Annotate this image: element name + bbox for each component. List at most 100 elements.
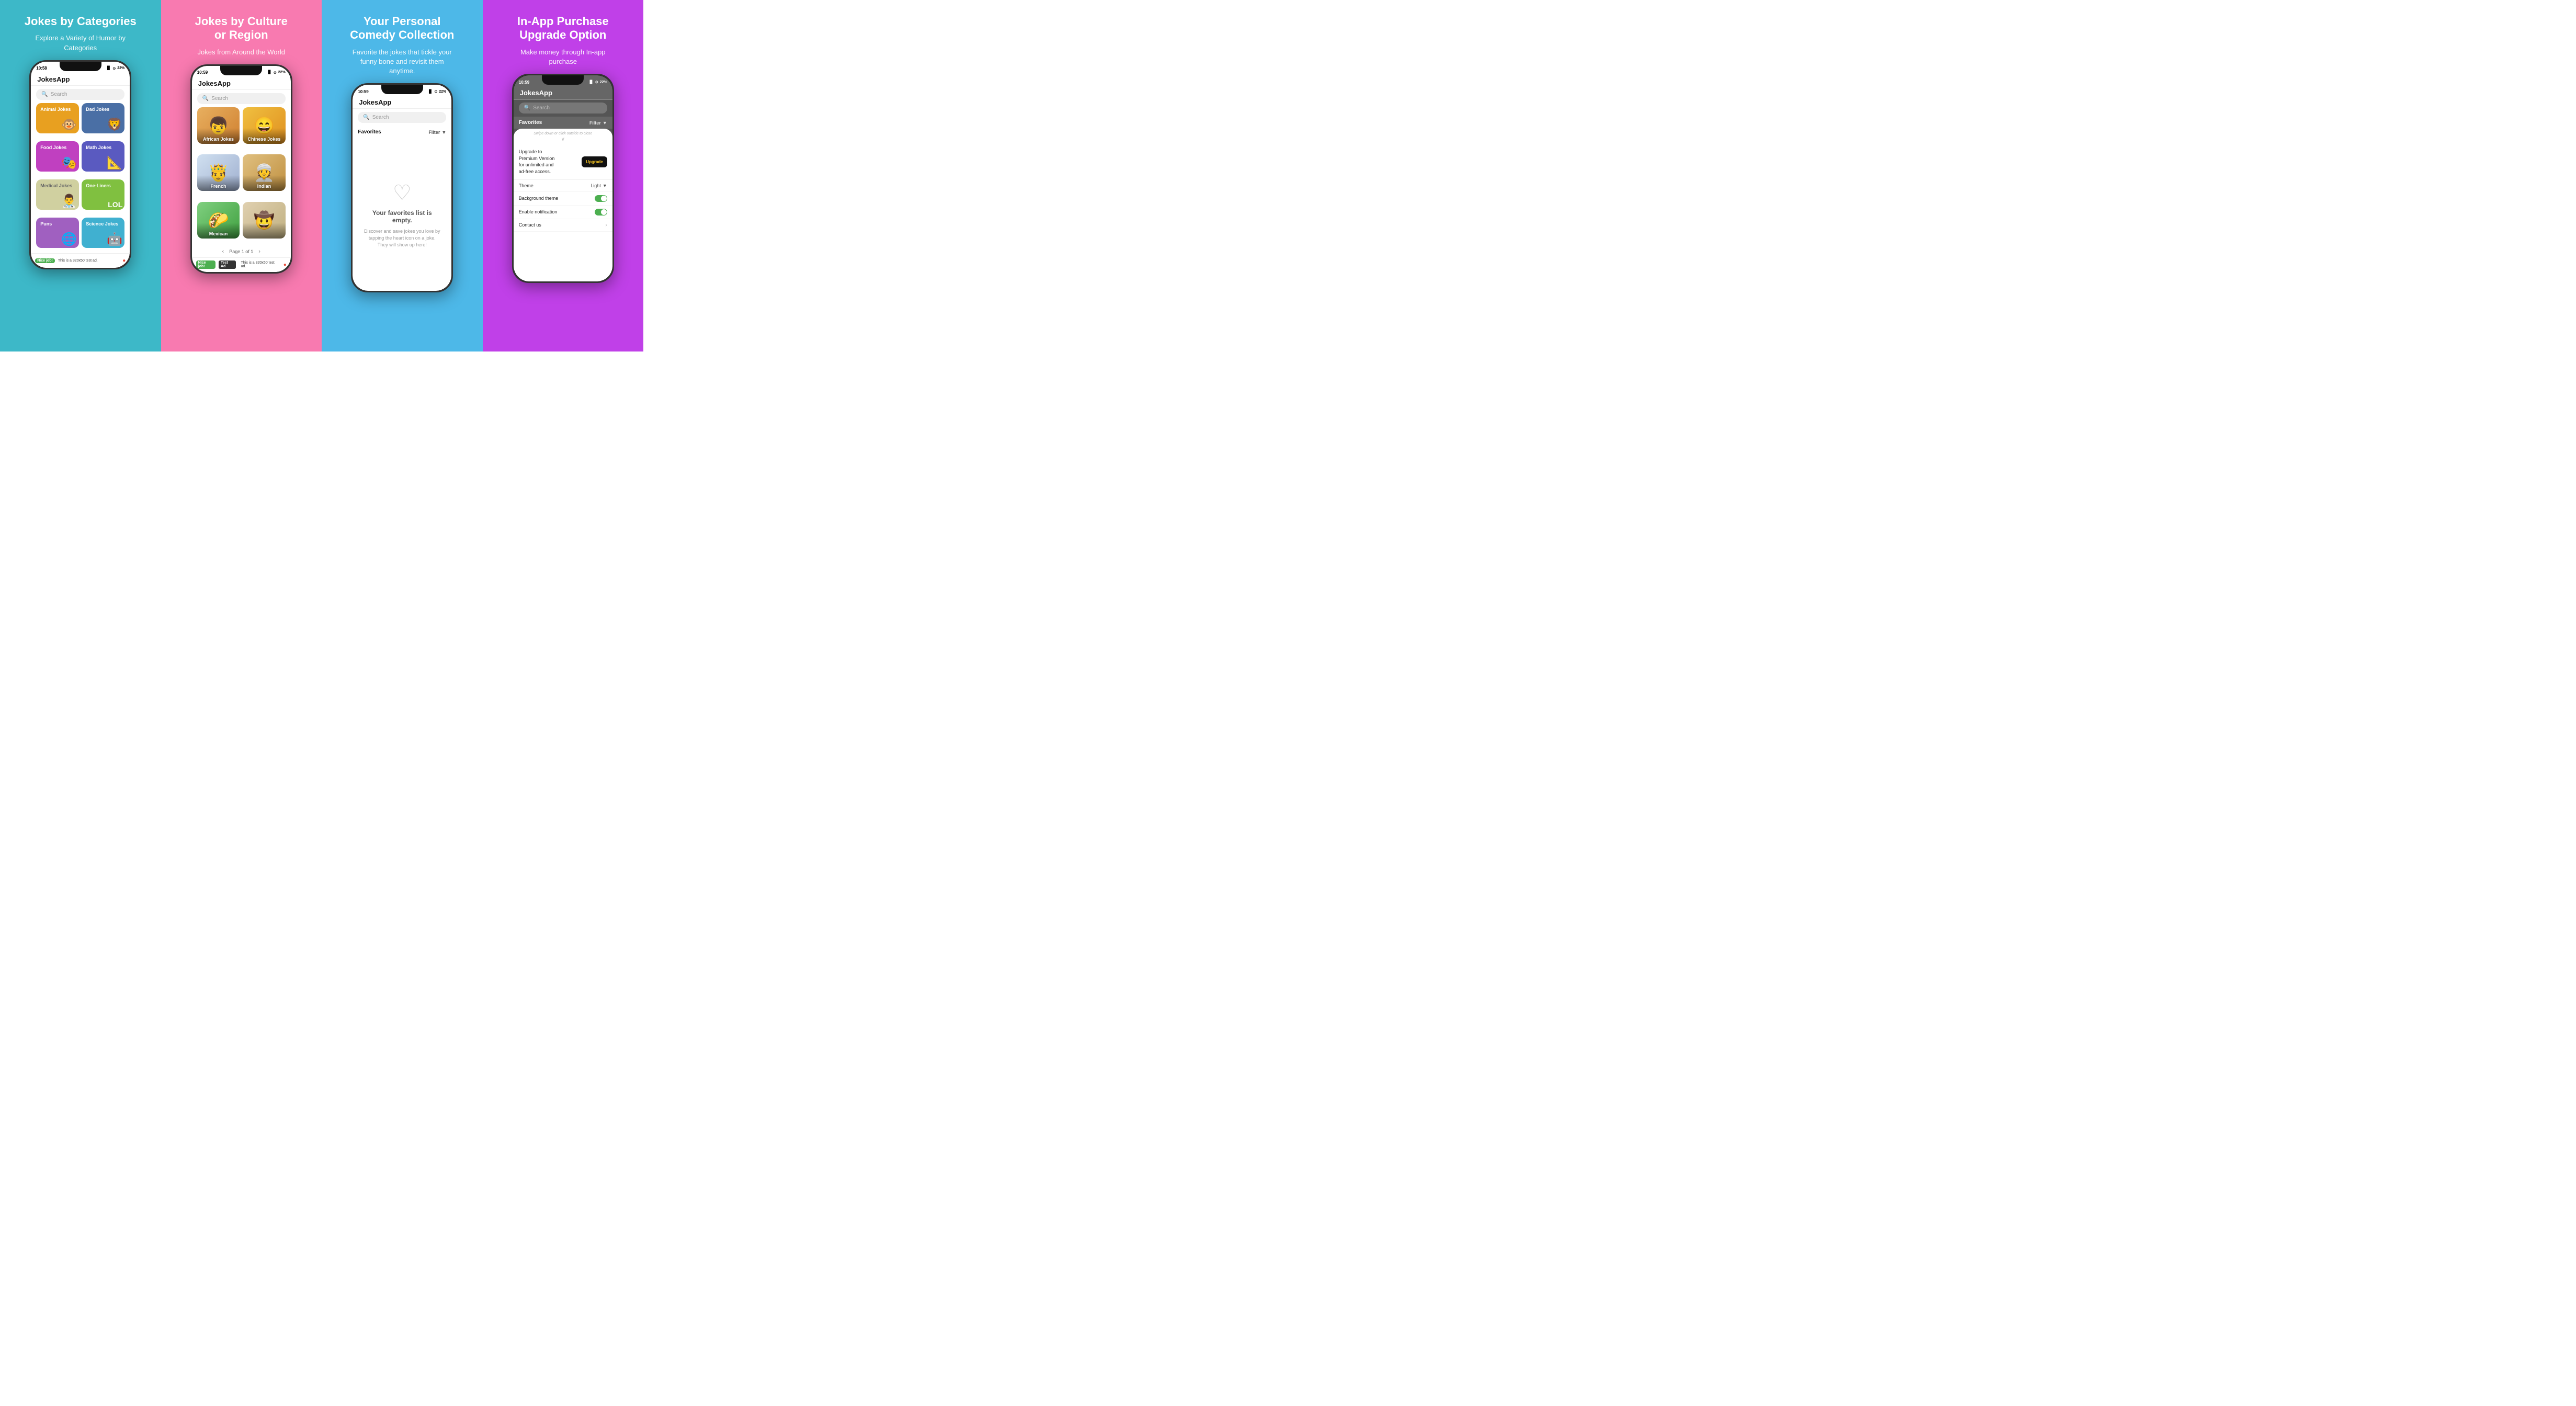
empty-favorites-container: ♡ Your favorites list is empty. Discover… bbox=[353, 138, 451, 291]
wifi-icon-3: ⊙ bbox=[434, 89, 437, 94]
culture-extra[interactable]: 🤠 bbox=[243, 202, 286, 239]
category-science[interactable]: Science Jokes 🤖 bbox=[82, 218, 124, 248]
filter-icon: ▼ bbox=[441, 130, 446, 135]
next-arrow[interactable]: › bbox=[258, 248, 260, 255]
sheet-chevron: ∨ bbox=[514, 137, 612, 144]
wifi-icon-4: ⊙ bbox=[595, 80, 598, 84]
cat-emoji-food: 🎭 bbox=[61, 155, 77, 171]
heart-icon: ♡ bbox=[393, 181, 412, 205]
culture-french[interactable]: 🤴 French bbox=[197, 154, 240, 191]
search-bar-1[interactable]: 🔍 Search bbox=[36, 89, 124, 100]
culture-indian[interactable]: 👳 Indian bbox=[243, 154, 286, 191]
battery-2: 22% bbox=[278, 71, 286, 74]
page-text: Page 1 of 1 bbox=[229, 249, 253, 254]
panel-categories: Jokes by Categories Explore a Variety of… bbox=[0, 0, 161, 352]
setting-bg-theme: Background theme bbox=[514, 192, 612, 206]
empty-favorites-title: Your favorites list is empty. bbox=[363, 209, 441, 224]
category-dad[interactable]: Dad Jokes 🦁 bbox=[82, 103, 124, 133]
ad-text-1: This is a 320x50 test ad. bbox=[58, 259, 98, 263]
status-icons-4: ▐▌ ⊙ 22% bbox=[588, 80, 607, 84]
cat-label-medical: Medical Jokes bbox=[40, 183, 75, 188]
setting-contact[interactable]: Contact us › bbox=[514, 219, 612, 232]
prev-arrow[interactable]: ‹ bbox=[222, 248, 224, 255]
phone-screen-1: 10:58 ▐▌ ⊙ 22% JokesApp 🔍 Search Animal … bbox=[31, 62, 130, 268]
phone-screen-2: 10:59 ▐▌ ⊙ 22% JokesApp 🔍 Search 👦 Afric… bbox=[192, 66, 291, 272]
search-icon-4: 🔍 bbox=[524, 105, 530, 111]
theme-value[interactable]: Light ▼ bbox=[591, 183, 607, 188]
settings-sheet: Swipe down or click outside to close ∨ U… bbox=[514, 129, 612, 281]
african-label: African Jokes bbox=[203, 137, 234, 142]
app-name-1: JokesApp bbox=[31, 73, 130, 86]
culture-african[interactable]: 👦 African Jokes bbox=[197, 107, 240, 144]
panel-1-title: Jokes by Categories bbox=[10, 15, 151, 28]
search-placeholder-4: Search bbox=[533, 105, 550, 111]
phone-3: 10:59 ▐▌ ⊙ 22% JokesApp 🔍 Search Favorit… bbox=[351, 83, 453, 292]
category-oneliners[interactable]: One-Liners LOL bbox=[82, 179, 124, 210]
theme-label: Theme bbox=[519, 183, 534, 188]
category-food[interactable]: Food Jokes 🎭 bbox=[36, 141, 79, 172]
theme-current: Light bbox=[591, 183, 601, 188]
search-bar-3[interactable]: 🔍 Search bbox=[358, 112, 446, 123]
phone-2: 10:59 ▐▌ ⊙ 22% JokesApp 🔍 Search 👦 Afric… bbox=[190, 64, 292, 274]
filter-label-4: Filter bbox=[589, 120, 601, 126]
upgrade-button[interactable]: Upgrade bbox=[582, 156, 607, 167]
search-placeholder-1: Search bbox=[51, 92, 67, 97]
filter-button-4[interactable]: Filter ▼ bbox=[589, 120, 607, 126]
notification-label: Enable notification bbox=[519, 209, 558, 214]
setting-notification: Enable notification bbox=[514, 206, 612, 219]
category-puns[interactable]: Puns 🌐 bbox=[36, 218, 79, 248]
cat-emoji-animal: 🐵 bbox=[61, 117, 77, 132]
cat-label-math: Math Jokes bbox=[86, 145, 120, 150]
filter-icon-4: ▼ bbox=[603, 120, 607, 126]
phone-1: 10:58 ▐▌ ⊙ 22% JokesApp 🔍 Search Animal … bbox=[29, 60, 131, 269]
battery-3: 22% bbox=[439, 90, 446, 94]
time-4: 10:59 bbox=[519, 80, 529, 85]
signal-icon-3: ▐▌ bbox=[427, 90, 433, 94]
search-bar-4[interactable]: 🔍 Search bbox=[519, 103, 607, 114]
phone-notch-3 bbox=[381, 85, 423, 94]
wifi-icon-2: ⊙ bbox=[274, 71, 277, 75]
search-bar-2[interactable]: 🔍 Search bbox=[197, 93, 286, 104]
culture-mexican[interactable]: 🌮 Mexican bbox=[197, 202, 240, 239]
favorites-label-4: Favorites bbox=[519, 120, 542, 126]
panel-4-title: In-App PurchaseUpgrade Option bbox=[493, 15, 633, 42]
signal-icon: ▐▌ bbox=[106, 66, 111, 70]
category-animal[interactable]: Animal Jokes 🐵 bbox=[36, 103, 79, 133]
panel-1-subtitle: Explore a Variety of Humor byCategories bbox=[36, 33, 126, 52]
phone-screen-3: 10:59 ▐▌ ⊙ 22% JokesApp 🔍 Search Favorit… bbox=[353, 85, 451, 291]
category-math[interactable]: Math Jokes 📐 bbox=[82, 141, 124, 172]
cat-emoji-oneliners: LOL bbox=[108, 200, 122, 209]
search-icon-3: 🔍 bbox=[363, 115, 369, 120]
theme-dropdown-icon: ▼ bbox=[603, 183, 607, 188]
notification-toggle[interactable] bbox=[595, 209, 607, 216]
categories-grid: Animal Jokes 🐵 Dad Jokes 🦁 Food Jokes 🎭 … bbox=[31, 103, 130, 253]
pagination: ‹ Page 1 of 1 › bbox=[192, 246, 291, 257]
wifi-icon: ⊙ bbox=[112, 66, 116, 71]
french-label: French bbox=[210, 184, 226, 189]
panel-2-title: Jokes by Cultureor Region bbox=[172, 15, 312, 42]
time-2: 10:59 bbox=[197, 70, 208, 75]
cat-label-dad: Dad Jokes bbox=[86, 107, 120, 112]
time-1: 10:58 bbox=[36, 66, 47, 71]
chinese-label: Chinese Jokes bbox=[247, 137, 280, 142]
sheet-hint: Swipe down or click outside to close bbox=[514, 129, 612, 137]
ad-nice-1: Nice job! bbox=[35, 258, 55, 263]
cat-emoji-math: 📐 bbox=[107, 155, 122, 171]
status-icons-2: ▐▌ ⊙ 22% bbox=[267, 71, 286, 75]
culture-chinese[interactable]: 😄 Chinese Jokes bbox=[243, 107, 286, 144]
category-medical[interactable]: Medical Jokes 👨‍⚕️ bbox=[36, 179, 79, 210]
panel-4-subtitle: Make money through In-apppurchase bbox=[520, 48, 606, 66]
empty-favorites-subtitle: Discover and save jokes you love by tapp… bbox=[363, 228, 441, 248]
phone-notch-1 bbox=[60, 62, 101, 71]
ad-badge-2: Test Ad bbox=[219, 260, 236, 269]
filter-button[interactable]: Filter ▼ bbox=[428, 130, 446, 135]
signal-icon-4: ▐▌ bbox=[588, 81, 594, 84]
search-icon-2: 🔍 bbox=[202, 96, 209, 101]
app-name-4: JokesApp bbox=[514, 87, 612, 99]
search-placeholder-2: Search bbox=[211, 96, 228, 101]
search-placeholder-3: Search bbox=[372, 115, 389, 120]
culture-grid: 👦 African Jokes 😄 Chinese Jokes 🤴 French… bbox=[192, 107, 291, 246]
ad-text-2: This is a 320x50 test ad. bbox=[241, 261, 280, 268]
bg-theme-toggle[interactable] bbox=[595, 195, 607, 202]
setting-theme: Theme Light ▼ bbox=[514, 180, 612, 192]
